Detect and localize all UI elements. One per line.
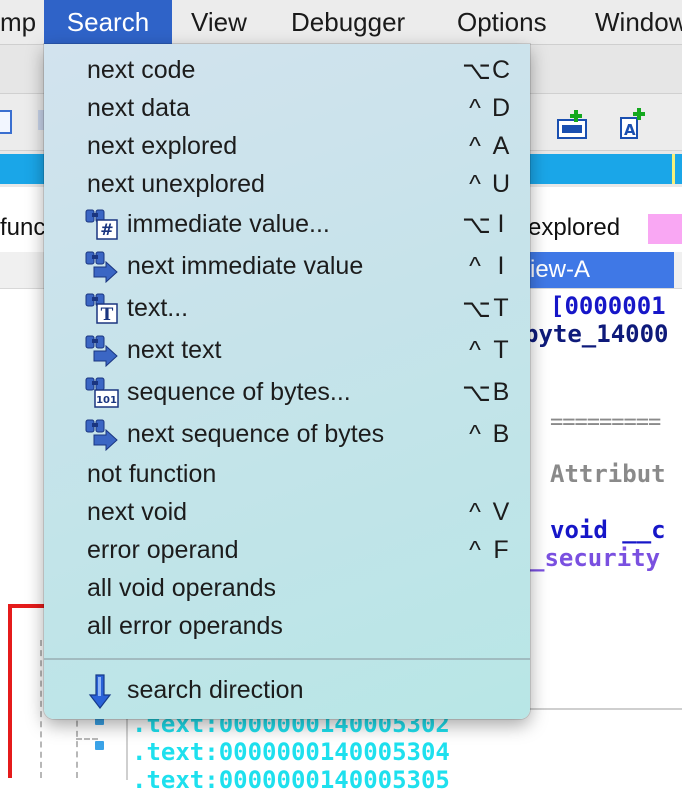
menu-item-label: all void operands <box>87 574 277 602</box>
menu-item-search-direction[interactable]: search direction <box>44 671 530 709</box>
menu-item-label: next void <box>87 498 188 526</box>
navigation-marker <box>672 154 675 184</box>
menu-item-next-immediate-value[interactable]: next immediate value ^ I <box>44 247 530 285</box>
down-arrow-icon <box>85 673 119 709</box>
shortcut-key: B <box>492 420 510 448</box>
menu-item-label: error operand <box>87 536 239 564</box>
shortcut-modifier: ^ <box>469 420 481 448</box>
legend-unexplored: explored <box>528 214 621 241</box>
shortcut-key: I <box>497 210 505 238</box>
menu-item-label: next immediate value <box>127 252 364 280</box>
binoculars-text-icon: T <box>85 291 119 325</box>
shortcut-modifier: ^ <box>469 170 481 198</box>
shortcut-key: U <box>491 170 511 198</box>
shortcut-modifier: ^ <box>469 132 481 160</box>
menu-item-label: next code <box>87 56 196 84</box>
shortcut-key: D <box>491 94 511 122</box>
binoculars-bytes-icon: 101 <box>85 375 119 409</box>
shortcut-modifier: ⌥ <box>462 211 491 239</box>
menu-view[interactable]: View <box>191 0 247 44</box>
code-address-line: [0000001 <box>550 292 666 320</box>
menu-item-label: search direction <box>127 676 304 704</box>
shortcut-modifier: ^ <box>469 94 481 122</box>
menu-item-next-unexplored[interactable]: next unexplored ^ U <box>44 165 530 203</box>
svg-text:#: # <box>100 220 113 239</box>
shortcut-key: V <box>492 498 510 526</box>
graph-edge-red <box>8 604 12 778</box>
add-data-icon[interactable] <box>556 108 590 142</box>
menu-item-error-operand[interactable]: error operand ^ F <box>44 531 530 569</box>
svg-text:101: 101 <box>96 395 117 406</box>
shortcut-modifier: ⌥ <box>462 379 491 407</box>
graph-edge-red-top <box>8 604 44 608</box>
code-byte-line: byte_14000 <box>524 320 669 348</box>
menu-item-sequence-of-bytes[interactable]: 101 sequence of bytes... ⌥ B <box>44 373 530 411</box>
menu-item-all-void-operands[interactable]: all void operands <box>44 569 530 607</box>
shortcut-modifier: ⌥ <box>462 57 491 85</box>
binoculars-next-icon <box>85 249 119 284</box>
code-void-line: void __c <box>550 516 666 544</box>
shortcut-key: B <box>492 378 510 406</box>
shortcut-key: C <box>491 56 511 84</box>
shortcut-key: T <box>493 336 509 364</box>
code-security-line: _security <box>530 544 661 572</box>
menu-item-next-explored[interactable]: next explored ^ A <box>44 127 530 165</box>
menu-item-label: next data <box>87 94 190 122</box>
menu-item-label: not function <box>87 460 217 488</box>
menu-item-label: next sequence of bytes <box>127 420 385 448</box>
tab-ida-view-a[interactable]: iew-A <box>524 252 674 288</box>
menu-item-label: text... <box>127 294 189 322</box>
graph-node-dot <box>95 741 104 750</box>
menu-window[interactable]: Window <box>595 0 682 44</box>
shortcut-modifier: ⌥ <box>462 295 491 323</box>
menu-separator <box>44 658 530 660</box>
shortcut-modifier: ^ <box>469 336 481 364</box>
menu-item-label: next explored <box>87 132 238 160</box>
menu-item-label: immediate value... <box>127 210 330 238</box>
shortcut-key: F <box>493 536 509 564</box>
binoculars-next-icon <box>85 333 119 368</box>
menu-search[interactable]: Search <box>44 0 172 44</box>
code-text-line: .text:0000000140005304 <box>132 738 450 766</box>
search-menu: next code ⌥ C next data ^ D next explore… <box>44 44 530 719</box>
menu-item-label: all error operands <box>87 612 283 640</box>
menu-item-immediate-value[interactable]: # immediate value... ⌥ I <box>44 205 530 243</box>
svg-text:A: A <box>624 121 636 139</box>
menu-item-next-sequence-of-bytes[interactable]: next sequence of bytes ^ B <box>44 415 530 453</box>
separator-line: ========= <box>550 410 661 435</box>
legend-swatch-unexplored <box>648 214 682 244</box>
menu-item-not-function[interactable]: not function <box>44 455 530 493</box>
shortcut-modifier: ^ <box>469 536 481 564</box>
add-string-icon[interactable]: A <box>618 106 652 142</box>
menu-item-label: sequence of bytes... <box>127 378 351 406</box>
menu-debugger[interactable]: Debugger <box>291 0 405 44</box>
shortcut-key: I <box>497 252 505 280</box>
code-text-line: .text:0000000140005305 <box>132 766 450 794</box>
menu-help[interactable]: mp <box>0 0 36 44</box>
menu-options[interactable]: Options <box>457 0 547 44</box>
graph-edge-dashed-h <box>76 738 98 740</box>
binoculars-hash-icon: # <box>85 207 119 241</box>
svg-text:T: T <box>101 305 114 325</box>
shortcut-key: T <box>493 294 509 322</box>
menubar: mp Search View Debugger Options Window <box>0 0 682 45</box>
shortcut-key: A <box>492 132 510 160</box>
menu-item-next-data[interactable]: next data ^ D <box>44 89 530 127</box>
menu-item-next-void[interactable]: next void ^ V <box>44 493 530 531</box>
toolbar-icon-left[interactable] <box>0 110 12 134</box>
code-attributes-line: Attribut <box>550 460 666 488</box>
shortcut-modifier: ^ <box>469 498 481 526</box>
menu-item-label: next text <box>127 336 222 364</box>
shortcut-modifier: ^ <box>469 252 481 280</box>
menu-item-label: next unexplored <box>87 170 265 198</box>
menu-item-all-error-operands[interactable]: all error operands <box>44 607 530 645</box>
menu-item-next-text[interactable]: next text ^ T <box>44 331 530 369</box>
legend-function: func <box>0 214 46 241</box>
graph-edge-dashed <box>40 640 42 778</box>
binoculars-next-icon <box>85 417 119 452</box>
menu-item-next-code[interactable]: next code ⌥ C <box>44 51 530 89</box>
menu-item-text[interactable]: T text... ⌥ T <box>44 289 530 327</box>
